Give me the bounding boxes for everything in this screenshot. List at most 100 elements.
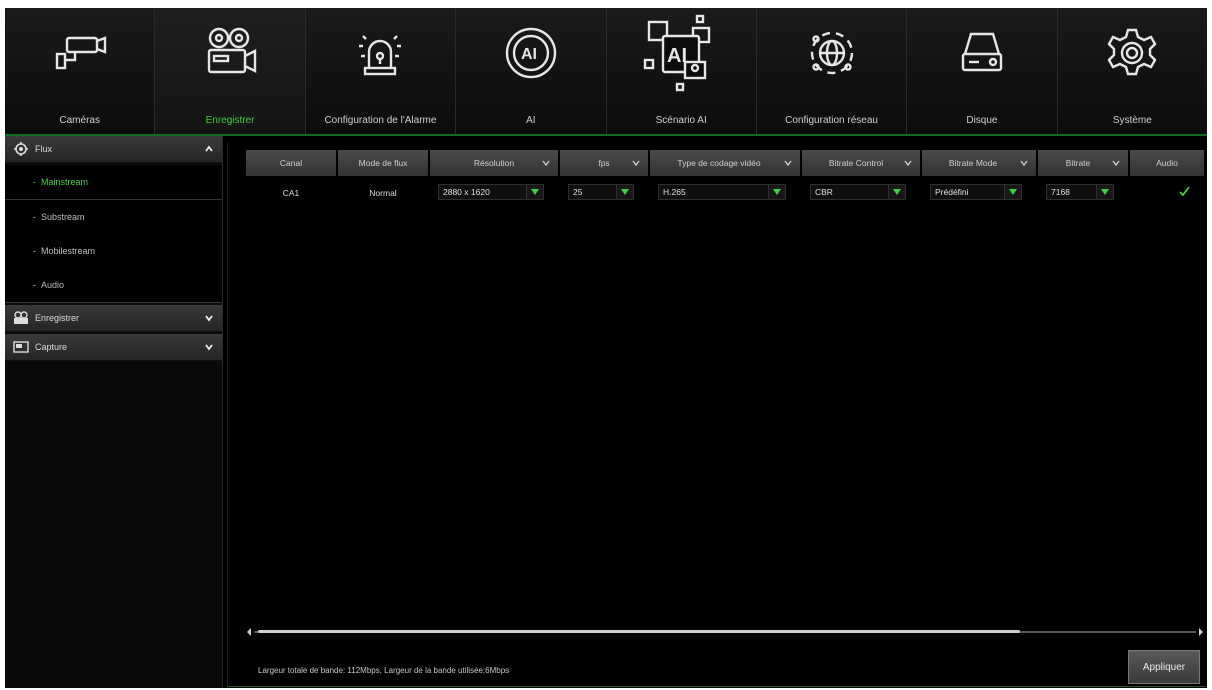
- cell-bitrate: 7168: [1038, 182, 1130, 204]
- column-header-mode: Mode de flux: [338, 150, 430, 176]
- svg-text:AI: AI: [521, 46, 537, 63]
- select-value: 25: [573, 187, 583, 197]
- column-header-codec[interactable]: Type de codage vidéo: [650, 150, 802, 176]
- triangle-down-icon: [531, 189, 539, 195]
- bandwidth-info: Largeur totale de bande: 112Mbps, Largeu…: [258, 666, 510, 675]
- sidebar-item-substream[interactable]: - Substream: [5, 200, 222, 234]
- record-icon: [201, 24, 259, 82]
- triangle-down-icon: [1101, 189, 1109, 195]
- sidebar: Flux - Mainstream - Substream - Mobilestrea…: [5, 136, 223, 688]
- main-panel: Canal Mode de flux Résolution fps Type d…: [227, 142, 1206, 687]
- sidebar-section-flux[interactable]: Flux: [5, 136, 222, 163]
- scroll-right-icon[interactable]: [1198, 628, 1204, 636]
- nav-cameras[interactable]: Caméras: [5, 8, 156, 134]
- select-value: CBR: [815, 187, 833, 197]
- chevron-down-icon: [1112, 160, 1120, 167]
- top-navigation: Caméras Enregistrer Configuration de l'A…: [5, 8, 1207, 136]
- cell-resolution: 2880 x 1620: [430, 182, 560, 204]
- cell-bitrate-control: CBR: [802, 182, 922, 204]
- chevron-down-icon: [205, 344, 213, 351]
- select-value: Prédéfini: [935, 187, 969, 197]
- fps-select[interactable]: 25: [568, 184, 634, 200]
- sidebar-item-label: Audio: [41, 280, 65, 290]
- triangle-down-icon: [893, 189, 901, 195]
- column-header-bitrate-control[interactable]: Bitrate Control: [802, 150, 922, 176]
- table-header: Canal Mode de flux Résolution fps Type d…: [246, 150, 1204, 176]
- scroll-left-icon[interactable]: [246, 628, 252, 636]
- stream-icon: [14, 142, 28, 156]
- capture-icon: [13, 341, 29, 353]
- nav-alarm-config[interactable]: Configuration de l'Alarme: [306, 8, 457, 134]
- nav-system[interactable]: Système: [1058, 8, 1207, 134]
- app-window: Caméras Enregistrer Configuration de l'A…: [5, 8, 1207, 688]
- column-header-fps[interactable]: fps: [560, 150, 650, 176]
- triangle-down-icon: [1009, 189, 1017, 195]
- flux-sub-list: - Mainstream - Substream - Mobilestream - Au…: [5, 165, 222, 303]
- network-icon: [803, 24, 861, 82]
- nav-label: Caméras: [59, 115, 100, 126]
- triangle-down-icon: [773, 189, 781, 195]
- column-header-bitrate-mode[interactable]: Bitrate Mode: [922, 150, 1038, 176]
- resolution-select[interactable]: 2880 x 1620: [438, 184, 544, 200]
- nav-label: Disque: [966, 115, 998, 126]
- nav-network-config[interactable]: Configuration réseau: [757, 8, 908, 134]
- select-value: 7168: [1051, 187, 1070, 197]
- record-icon: [14, 311, 28, 324]
- scrollbar-thumb[interactable]: [258, 630, 1020, 633]
- bitrate-select[interactable]: 7168: [1046, 184, 1114, 200]
- audio-checkbox-checked-icon[interactable]: [1179, 186, 1190, 197]
- chevron-down-icon: [904, 160, 912, 167]
- nav-label: Système: [1112, 115, 1152, 126]
- column-header-resolution[interactable]: Résolution: [430, 150, 560, 176]
- triangle-down-icon: [621, 189, 629, 195]
- chevron-down-icon: [542, 160, 550, 167]
- sidebar-item-label: Mainstream: [41, 177, 89, 187]
- select-value: H.265: [663, 187, 686, 197]
- codec-select[interactable]: H.265: [658, 184, 786, 200]
- nav-label: Scénario AI: [655, 115, 707, 126]
- sidebar-section-title: Flux: [35, 144, 53, 154]
- cell-canal: CA1: [246, 182, 338, 204]
- apply-button[interactable]: Appliquer: [1128, 650, 1200, 684]
- nav-label: Configuration de l'Alarme: [324, 115, 437, 126]
- nav-ai-scenario[interactable]: AI Scénario AI: [607, 8, 757, 134]
- column-header-canal: Canal: [246, 150, 338, 176]
- bitrate-mode-select[interactable]: Prédéfini: [930, 184, 1022, 200]
- cell-codec: H.265: [650, 182, 802, 204]
- cell-fps: 25: [560, 182, 650, 204]
- chevron-down-icon: [784, 160, 792, 167]
- ai-scenario-icon: AI: [641, 14, 721, 94]
- camera-icon: [51, 24, 109, 82]
- cell-audio: [1130, 182, 1204, 204]
- alarm-icon: [351, 24, 409, 82]
- column-header-audio: Audio: [1130, 150, 1204, 176]
- nav-label: Enregistrer: [205, 115, 255, 126]
- chevron-up-icon: [205, 145, 213, 152]
- chevron-down-icon: [1020, 160, 1028, 167]
- nav-label: Configuration réseau: [785, 115, 878, 126]
- horizontal-scrollbar[interactable]: [246, 628, 1204, 636]
- table-row: CA1 Normal 2880 x 1620 25 H.265 CBR Préd…: [246, 182, 1204, 204]
- system-gear-icon: [1103, 24, 1161, 82]
- chevron-down-icon: [205, 315, 213, 322]
- nav-record[interactable]: Enregistrer: [155, 8, 306, 134]
- bitrate-control-select[interactable]: CBR: [810, 184, 906, 200]
- nav-disk[interactable]: Disque: [907, 8, 1058, 134]
- ai-icon: AI: [502, 24, 560, 82]
- sidebar-item-label: Mobilestream: [41, 246, 96, 256]
- sidebar-section-capture[interactable]: Capture: [5, 334, 222, 361]
- sidebar-item-audio[interactable]: - Audio: [5, 268, 222, 302]
- chevron-down-icon: [632, 160, 640, 167]
- sidebar-item-label: Substream: [41, 212, 85, 222]
- nav-label: AI: [526, 115, 536, 126]
- column-header-bitrate[interactable]: Bitrate: [1038, 150, 1130, 176]
- sidebar-item-mobilestream[interactable]: - Mobilestream: [5, 234, 222, 268]
- sidebar-item-mainstream[interactable]: - Mainstream: [5, 165, 222, 200]
- sidebar-section-record[interactable]: Enregistrer: [5, 305, 222, 332]
- sidebar-section-title: Capture: [35, 342, 68, 352]
- cell-mode: Normal: [338, 182, 430, 204]
- sidebar-section-title: Enregistrer: [35, 313, 80, 323]
- nav-ai[interactable]: AI AI: [456, 8, 607, 134]
- cell-bitrate-mode: Prédéfini: [922, 182, 1038, 204]
- select-value: 2880 x 1620: [443, 187, 490, 197]
